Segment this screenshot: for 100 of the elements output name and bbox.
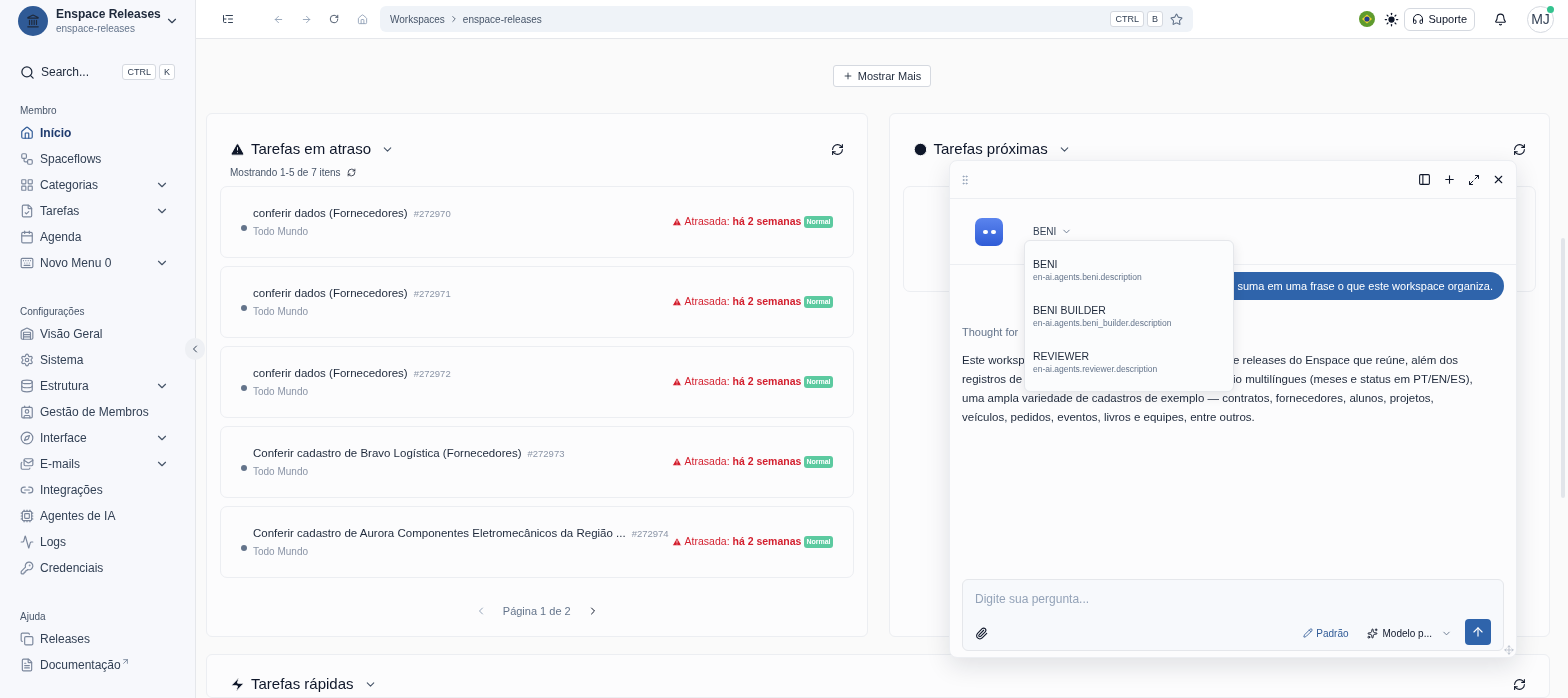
- sidebar-item[interactable]: Credenciais: [20, 555, 175, 581]
- sparkles-icon: [1366, 627, 1378, 639]
- page-indicator: Página 1 de 2: [502, 604, 571, 619]
- bank-icon: [26, 14, 40, 28]
- sidebar-item[interactable]: Estrutura: [20, 373, 175, 399]
- breadcrumb-link[interactable]: enspace-releases: [462, 11, 542, 27]
- answer-text: uma ampla variedade de cadastros de exemplo — contratos, fornecedores, alunos, projetos,: [962, 390, 1434, 406]
- agent-selector[interactable]: BENI: [1033, 224, 1073, 239]
- plus-icon[interactable]: [1443, 173, 1456, 186]
- pulse-icon: [20, 535, 34, 549]
- sidebar-item[interactable]: Tarefas: [20, 198, 175, 224]
- agent-option[interactable]: REVIEWER en-ai.agents.reviewer.description: [1025, 339, 1233, 385]
- resize-handle-icon[interactable]: [1504, 645, 1514, 655]
- support-button[interactable]: Suporte: [1404, 7, 1475, 31]
- chip-icon: [20, 509, 34, 523]
- key-hint: K: [159, 64, 175, 80]
- task-assignee: Todo Mundo: [253, 224, 310, 239]
- lightning-icon: [230, 676, 245, 692]
- task-title: conferir dados (Fornecedores): [253, 286, 408, 302]
- task-assignee: Todo Mundo: [253, 384, 310, 399]
- refresh-icon[interactable]: [346, 168, 356, 177]
- chat-input[interactable]: Digite sua pergunta... Padrão Modelo p...: [962, 579, 1504, 651]
- sidebar-item[interactable]: Gestão de Membros: [20, 399, 175, 425]
- answer-text: veículos, pedidos, eventos, livros e equipes, entre outros.: [962, 409, 1255, 425]
- panel-icon[interactable]: [1418, 173, 1431, 186]
- sun-icon[interactable]: [1384, 11, 1400, 27]
- settings-icon: [20, 353, 34, 367]
- star-icon[interactable]: [1170, 12, 1183, 26]
- tree-icon[interactable]: [222, 13, 234, 25]
- section-title: Ajuda: [20, 610, 47, 624]
- sidebar-item[interactable]: Documentação: [20, 652, 175, 678]
- overdue-status: Atrasada: há 2 semanas: [684, 374, 802, 390]
- flag-icon[interactable]: [1359, 11, 1376, 27]
- agent-avatar: [975, 217, 1003, 246]
- user-avatar[interactable]: MJ: [1527, 5, 1554, 33]
- sidebar-item[interactable]: Integrações: [20, 477, 175, 503]
- task-id: #272972: [413, 367, 451, 382]
- database-icon: [20, 379, 34, 393]
- workspace-name: Enspace Releases: [56, 7, 161, 22]
- sidebar-item[interactable]: Agentes de IA: [20, 503, 175, 529]
- sidebar-item[interactable]: Categorias: [20, 172, 175, 198]
- workspace-logo[interactable]: [18, 6, 48, 36]
- answer-text: e releases do Enspace que reúne, além dos: [1233, 352, 1459, 368]
- sidebar-item[interactable]: Spaceflows: [20, 146, 175, 172]
- task-id: #272974: [631, 527, 669, 542]
- plus-icon: [842, 71, 853, 81]
- pencil-icon: [1303, 628, 1314, 638]
- refresh-icon[interactable]: [1513, 142, 1526, 156]
- refresh-icon[interactable]: [830, 142, 844, 156]
- key-hint: CTRL: [122, 64, 156, 80]
- paperclip-icon[interactable]: [975, 626, 988, 640]
- link-icon: [20, 483, 34, 497]
- building-icon: [20, 327, 34, 341]
- sidebar-item[interactable]: Interface: [20, 425, 175, 451]
- warning-icon: [671, 217, 682, 227]
- bell-icon[interactable]: [1494, 12, 1507, 26]
- sidebar-item[interactable]: Novo Menu 0: [20, 250, 175, 276]
- key-hint: CTRL: [1110, 11, 1144, 27]
- sidebar-item[interactable]: E-mails: [20, 451, 175, 477]
- show-more-button[interactable]: Mostrar Mais: [832, 65, 932, 87]
- warning-icon: [671, 297, 682, 307]
- card-title: Tarefas em atraso: [251, 138, 372, 159]
- task-id: #272971: [413, 287, 451, 302]
- sidebar-item[interactable]: Início: [20, 120, 175, 146]
- task-id: #272970: [413, 207, 451, 222]
- sidebar-item[interactable]: Logs: [20, 529, 175, 555]
- drag-handle-icon[interactable]: [959, 173, 971, 186]
- task-title: Conferir cadastro de Bravo Logística (Fornecedores): [253, 446, 522, 462]
- flow-icon: [20, 152, 34, 166]
- section-title: Configurações: [20, 305, 86, 319]
- breadcrumb-link[interactable]: Workspaces: [390, 11, 445, 27]
- search-icon: [20, 64, 35, 80]
- calendar-icon: [20, 230, 34, 244]
- section-title: Membro: [20, 104, 58, 118]
- address-bar[interactable]: Workspaces enspace-releases CTRL B: [380, 6, 1193, 32]
- expand-icon[interactable]: [1468, 173, 1480, 186]
- thought-label: Thought for: [962, 325, 1019, 340]
- key-hint: B: [1147, 11, 1163, 27]
- refresh-icon[interactable]: [1513, 677, 1526, 691]
- search-button[interactable]: Search... CTRL K: [20, 61, 175, 83]
- task-id: #272973: [527, 447, 565, 462]
- sidebar-item[interactable]: Releases: [20, 626, 175, 652]
- question-field[interactable]: Digite sua pergunta...: [975, 589, 1491, 609]
- close-icon[interactable]: [1492, 173, 1505, 186]
- overdue-status: Atrasada: há 2 semanas: [684, 214, 802, 230]
- document-check-icon: [20, 204, 34, 218]
- card-title: Tarefas próximas: [933, 138, 1048, 159]
- task-assignee: Todo Mundo: [253, 544, 310, 559]
- keyboard-icon: [20, 256, 34, 270]
- warning-icon: [671, 537, 682, 547]
- sidebar-item[interactable]: Sistema: [20, 347, 175, 373]
- send-button[interactable]: [1465, 619, 1491, 645]
- sidebar-item[interactable]: Agenda: [20, 224, 175, 250]
- task-assignee: Todo Mundo: [253, 304, 310, 319]
- collapse-button[interactable]: [185, 338, 205, 360]
- model-selector[interactable]: Modelo p...: [1366, 625, 1452, 641]
- mode-button[interactable]: Padrão: [1303, 625, 1349, 641]
- grid-icon: [20, 178, 34, 192]
- task-assignee: Todo Mundo: [253, 464, 310, 479]
- sidebar-item[interactable]: Visão Geral: [20, 321, 175, 347]
